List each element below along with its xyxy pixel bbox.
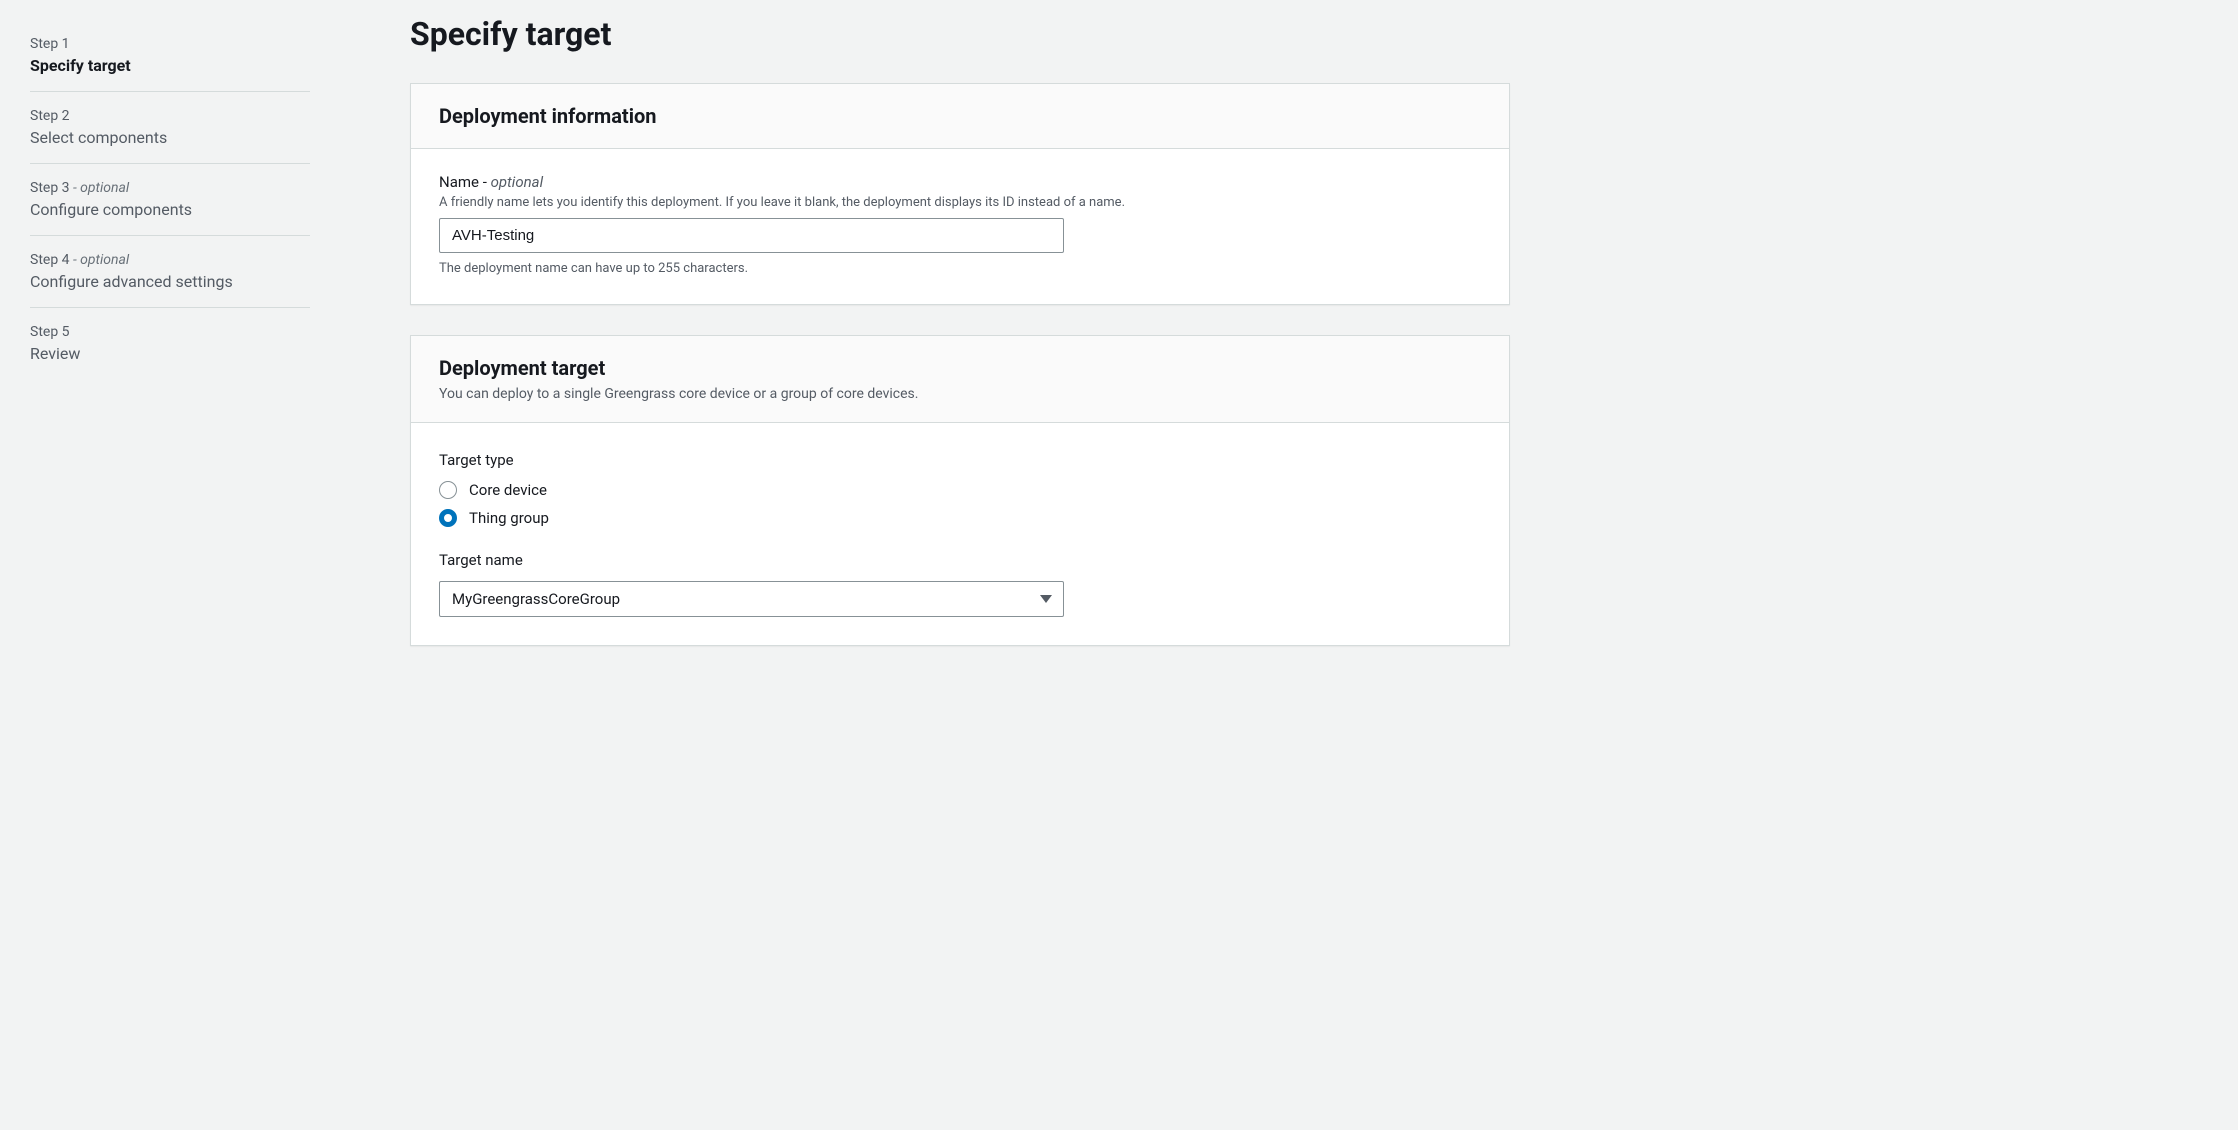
radio-thing-group-label: Thing group <box>469 509 549 527</box>
name-optional-text: optional <box>491 173 544 191</box>
step-1-number: Step 1 <box>30 36 310 52</box>
panel-body: Target type Core device Thing group Targ… <box>411 423 1509 645</box>
panel-title: Deployment information <box>439 104 1481 128</box>
step-2-number: Step 2 <box>30 108 310 124</box>
step-3[interactable]: Step 3 - optional Configure components <box>30 164 310 236</box>
step-4-title: Configure advanced settings <box>30 272 310 291</box>
name-label: Name - optional <box>439 173 1481 191</box>
step-2-title: Select components <box>30 128 310 147</box>
step-1[interactable]: Step 1 Specify target <box>30 20 310 92</box>
step-1-title: Specify target <box>30 56 310 75</box>
panel-header: Deployment target You can deploy to a si… <box>411 336 1509 423</box>
target-type-label: Target type <box>439 451 1481 469</box>
panel-title: Deployment target <box>439 356 1481 380</box>
panel-description: You can deploy to a single Greengrass co… <box>439 386 1481 402</box>
step-optional-text: - optional <box>70 252 130 268</box>
panel-body: Name - optional A friendly name lets you… <box>411 149 1509 304</box>
step-3-number: Step 3 - optional <box>30 180 310 196</box>
step-number-text: Step 2 <box>30 108 70 124</box>
deployment-information-panel: Deployment information Name - optional A… <box>410 83 1510 305</box>
radio-core-device-label: Core device <box>469 481 547 499</box>
step-4-number: Step 4 - optional <box>30 252 310 268</box>
step-number-text: Step 4 <box>30 252 70 268</box>
radio-thing-group[interactable]: Thing group <box>439 509 1481 527</box>
radio-circle-icon <box>439 481 457 499</box>
name-label-text: Name - <box>439 173 491 191</box>
name-hint: A friendly name lets you identify this d… <box>439 195 1481 210</box>
step-5-number: Step 5 <box>30 324 310 340</box>
step-5-title: Review <box>30 344 310 363</box>
main-content: Specify target Deployment information Na… <box>340 0 1540 1130</box>
step-optional-text: - optional <box>70 180 130 196</box>
step-number-text: Step 5 <box>30 324 70 340</box>
target-type-radio-group: Core device Thing group <box>439 481 1481 527</box>
name-helper: The deployment name can have up to 255 c… <box>439 261 1481 276</box>
deployment-name-input[interactable] <box>439 218 1064 253</box>
step-5[interactable]: Step 5 Review <box>30 308 310 379</box>
step-3-title: Configure components <box>30 200 310 219</box>
target-name-select-wrapper: MyGreengrassCoreGroup <box>439 581 1064 617</box>
page-title: Specify target <box>410 15 1510 53</box>
radio-core-device[interactable]: Core device <box>439 481 1481 499</box>
deployment-target-panel: Deployment target You can deploy to a si… <box>410 335 1510 646</box>
step-4[interactable]: Step 4 - optional Configure advanced set… <box>30 236 310 308</box>
panel-header: Deployment information <box>411 84 1509 149</box>
target-name-label: Target name <box>439 551 1481 569</box>
wizard-sidebar: Step 1 Specify target Step 2 Select comp… <box>0 0 340 1130</box>
step-number-text: Step 1 <box>30 36 70 52</box>
step-2[interactable]: Step 2 Select components <box>30 92 310 164</box>
radio-circle-selected-icon <box>439 509 457 527</box>
target-name-select[interactable]: MyGreengrassCoreGroup <box>439 581 1064 617</box>
step-number-text: Step 3 <box>30 180 70 196</box>
